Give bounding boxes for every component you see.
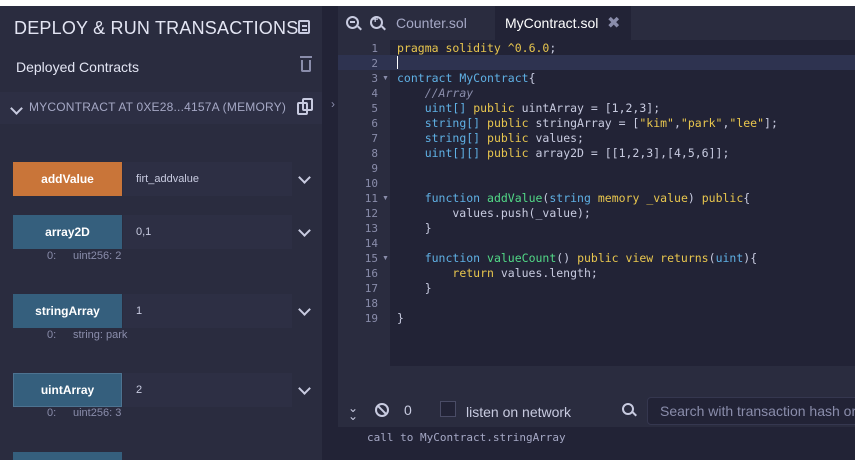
result-value: string: park [73, 329, 128, 341]
line-number: 8 [371, 147, 378, 160]
stringArray-result: 0: string: park [47, 329, 127, 341]
result-value: uint256: 3 [73, 407, 122, 419]
code-line: contract MyContract{ [397, 71, 536, 85]
code-line: uint[] public uintArray = [1,2,3]; [424, 101, 661, 115]
zoom-in-icon[interactable] [370, 14, 383, 29]
uintArray-input[interactable] [123, 373, 292, 407]
line-number: 9 [371, 162, 378, 175]
result-index: 0: [47, 407, 57, 419]
listen-network-label: listen on network [466, 404, 572, 420]
line-number: 10 [364, 177, 378, 190]
collapse-arrow-icon[interactable]: › [331, 97, 335, 111]
array2D-button[interactable]: array2D [13, 215, 122, 249]
line-number: 14 [364, 237, 378, 250]
code-line: //Array [424, 86, 474, 100]
code-line: pragma solidity ^0.6.0; [397, 41, 557, 55]
stringArray-button[interactable]: stringArray [13, 294, 122, 328]
uintArray-result: 0: uint256: 3 [47, 407, 121, 419]
result-index: 0: [47, 329, 57, 341]
line-number: 6 [371, 117, 378, 130]
pending-tx-count: 0 [404, 402, 412, 418]
next-function-button[interactable] [13, 452, 122, 460]
line-number: 17 [364, 282, 378, 295]
line-number: 3 [371, 72, 378, 85]
close-icon[interactable]: ✖ [607, 16, 620, 32]
line-number: 18 [364, 297, 378, 310]
result-value: uint256: 2 [73, 250, 122, 262]
text-caret [397, 56, 398, 69]
line-number: 2 [371, 57, 378, 70]
uintArray-button[interactable]: uintArray [13, 373, 122, 407]
documentation-icon[interactable] [298, 20, 310, 34]
code-line: } [397, 281, 432, 295]
clear-console-icon[interactable] [375, 403, 389, 417]
line-number: 11 [364, 192, 378, 205]
line-number: 13 [364, 222, 378, 235]
line-number: 7 [371, 132, 378, 145]
transaction-search-input[interactable] [647, 397, 855, 425]
code-line: function addValue(string memory _value) … [424, 191, 751, 205]
line-number: 16 [364, 267, 378, 280]
panel-divider[interactable] [322, 6, 338, 460]
line-number: 5 [371, 102, 378, 115]
line-number: 15 [364, 252, 378, 265]
code-line: values.push(_value); [397, 206, 591, 220]
zoom-out-icon[interactable] [346, 16, 359, 29]
panel-title: DEPLOY & RUN TRANSACTIONS [14, 18, 299, 38]
array2D-result: 0: uint256: 2 [47, 250, 121, 262]
active-line-highlight [338, 55, 855, 70]
code-line: string[] public values; [424, 131, 584, 145]
line-number: 4 [371, 87, 378, 100]
code-line: string[] public stringArray = ["kim","pa… [424, 116, 778, 130]
result-index: 0: [47, 250, 57, 262]
fold-arrow-icon[interactable]: ▼ [382, 255, 389, 262]
line-number: 12 [364, 207, 378, 220]
trash-icon[interactable] [300, 56, 312, 72]
collapse-terminal-icon[interactable]: ⌄ ⌄ [348, 402, 358, 422]
copy-icon[interactable] [297, 98, 313, 115]
line-number: 19 [364, 312, 378, 325]
listen-network-checkbox[interactable] [440, 401, 456, 417]
contract-instance-name: MYCONTRACT AT 0XE28...4157A (MEMORY) [29, 100, 287, 114]
array2D-input[interactable] [123, 215, 292, 249]
fold-arrow-icon[interactable]: ▼ [382, 195, 389, 202]
tab-counter-sol[interactable]: Counter.sol [386, 6, 494, 40]
deployed-contracts-label: Deployed Contracts [16, 59, 139, 75]
code-line: } [397, 221, 432, 235]
code-line: function valueCount() public view return… [424, 251, 758, 265]
addValue-button[interactable]: addValue [13, 162, 122, 196]
code-line: uint[][] public array2D = [[1,2,3],[4,5,… [424, 146, 730, 160]
stringArray-input[interactable] [123, 294, 292, 328]
code-line: } [397, 311, 404, 325]
addValue-input[interactable] [123, 162, 292, 196]
line-number: 1 [371, 42, 378, 55]
code-line: return values.length; [452, 266, 598, 280]
fold-arrow-icon[interactable]: ▼ [382, 75, 389, 82]
search-icon [622, 403, 634, 415]
terminal-log-line: call to MyContract.stringArray [367, 431, 566, 444]
